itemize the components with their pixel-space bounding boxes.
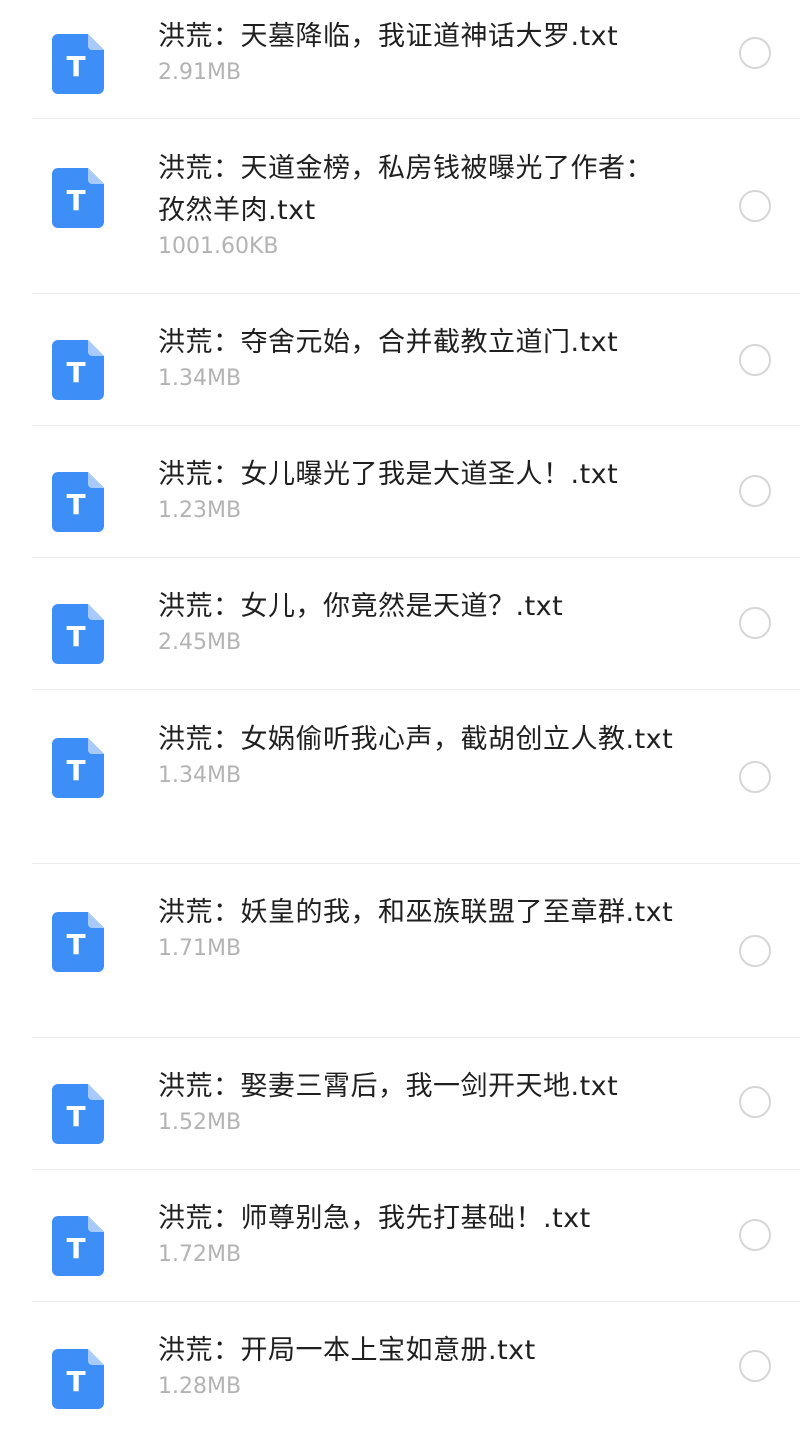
svg-text:T: T — [66, 928, 85, 961]
select-radio[interactable] — [739, 607, 771, 639]
txt-file-icon: T — [52, 604, 104, 664]
svg-text:T: T — [66, 1100, 85, 1133]
file-size: 1.71MB — [158, 936, 242, 961]
txt-file-icon: T — [52, 472, 104, 532]
svg-text:T: T — [66, 620, 85, 653]
file-size: 1.34MB — [158, 366, 242, 391]
file-text: 洪荒：女娲偷听我心声，截胡创立人教.txt 1.34MB — [158, 719, 678, 791]
file-name: 洪荒：娶妻三霄后，我一剑开天地.txt — [158, 1071, 619, 1102]
file-size: 2.91MB — [158, 60, 242, 85]
txt-file-icon: T — [52, 34, 104, 94]
file-text: 洪荒：开局一本上宝如意册.txt 1.28MB — [158, 1330, 678, 1402]
file-row[interactable]: T 洪荒：妖皇的我，和巫族联盟了至章群.txt 1.71MB — [0, 864, 800, 1038]
file-text: 洪荒：天墓降临，我证道神话大罗.txt 2.91MB — [158, 16, 678, 88]
file-name: 洪荒：师尊别急，我先打基础！.txt — [158, 1203, 591, 1234]
select-radio[interactable] — [739, 475, 771, 507]
select-radio[interactable] — [739, 935, 771, 967]
select-radio[interactable] — [739, 190, 771, 222]
file-row[interactable]: T 洪荒：天墓降临，我证道神话大罗.txt 2.91MB — [0, 0, 800, 119]
file-name: 洪荒：夺舍元始，合并截教立道门.txt — [158, 327, 619, 358]
txt-file-icon: T — [52, 1084, 104, 1144]
file-size: 1.23MB — [158, 498, 242, 523]
file-row[interactable]: T 洪荒：师尊别急，我先打基础！.txt 1.72MB — [0, 1170, 800, 1302]
svg-text:T: T — [66, 488, 85, 521]
svg-text:T: T — [66, 356, 85, 389]
svg-text:T: T — [66, 1232, 85, 1265]
file-row[interactable]: T 洪荒：女娲偷听我心声，截胡创立人教.txt 1.34MB — [0, 690, 800, 864]
file-name: 洪荒：妖皇的我，和巫族联盟了至章群.txt — [158, 897, 674, 928]
file-size: 1001.60KB — [158, 234, 279, 259]
file-name: 洪荒：开局一本上宝如意册.txt — [158, 1335, 536, 1366]
file-name: 洪荒：天墓降临，我证道神话大罗.txt — [158, 21, 619, 52]
select-radio[interactable] — [739, 761, 771, 793]
file-name: 洪荒：天道金榜，私房钱被曝光了作者：孜然羊肉.txt — [158, 153, 653, 226]
file-text: 洪荒：女儿，你竟然是天道？.txt 2.45MB — [158, 586, 678, 658]
select-radio[interactable] — [739, 1350, 771, 1382]
txt-file-icon: T — [52, 912, 104, 972]
file-size: 1.72MB — [158, 1242, 242, 1267]
file-text: 洪荒：夺舍元始，合并截教立道门.txt 1.34MB — [158, 322, 678, 394]
file-row[interactable]: T 洪荒：女儿，你竟然是天道？.txt 2.45MB — [0, 558, 800, 690]
svg-text:T: T — [66, 184, 85, 217]
txt-file-icon: T — [52, 738, 104, 798]
txt-file-icon: T — [52, 1216, 104, 1276]
svg-text:T: T — [66, 50, 85, 83]
file-text: 洪荒：女儿曝光了我是大道圣人！.txt 1.23MB — [158, 454, 678, 526]
file-text: 洪荒：娶妻三霄后，我一剑开天地.txt 1.52MB — [158, 1066, 678, 1138]
file-row[interactable]: T 洪荒：天道金榜，私房钱被曝光了作者：孜然羊肉.txt 1001.60KB — [0, 119, 800, 294]
select-radio[interactable] — [739, 1086, 771, 1118]
txt-file-icon: T — [52, 1349, 104, 1409]
file-row[interactable]: T 洪荒：夺舍元始，合并截教立道门.txt 1.34MB — [0, 294, 800, 426]
file-row[interactable]: T 洪荒：开局一本上宝如意册.txt 1.28MB — [0, 1302, 800, 1435]
file-name: 洪荒：女儿曝光了我是大道圣人！.txt — [158, 459, 619, 490]
file-row[interactable]: T 洪荒：娶妻三霄后，我一剑开天地.txt 1.52MB — [0, 1038, 800, 1170]
txt-file-icon: T — [52, 168, 104, 228]
file-text: 洪荒：天道金榜，私房钱被曝光了作者：孜然羊肉.txt 1001.60KB — [158, 148, 678, 262]
txt-file-icon: T — [52, 340, 104, 400]
file-text: 洪荒：妖皇的我，和巫族联盟了至章群.txt 1.71MB — [158, 892, 678, 964]
file-name: 洪荒：女娲偷听我心声，截胡创立人教.txt — [158, 724, 674, 755]
file-text: 洪荒：师尊别急，我先打基础！.txt 1.72MB — [158, 1198, 678, 1270]
select-radio[interactable] — [739, 1219, 771, 1251]
file-row[interactable]: T 洪荒：女儿曝光了我是大道圣人！.txt 1.23MB — [0, 426, 800, 558]
file-size: 2.45MB — [158, 630, 242, 655]
select-radio[interactable] — [739, 37, 771, 69]
file-size: 1.34MB — [158, 763, 242, 788]
select-radio[interactable] — [739, 344, 771, 376]
svg-text:T: T — [66, 754, 85, 787]
svg-text:T: T — [66, 1365, 85, 1398]
file-size: 1.28MB — [158, 1374, 242, 1399]
file-size: 1.52MB — [158, 1110, 242, 1135]
file-name: 洪荒：女儿，你竟然是天道？.txt — [158, 591, 564, 622]
